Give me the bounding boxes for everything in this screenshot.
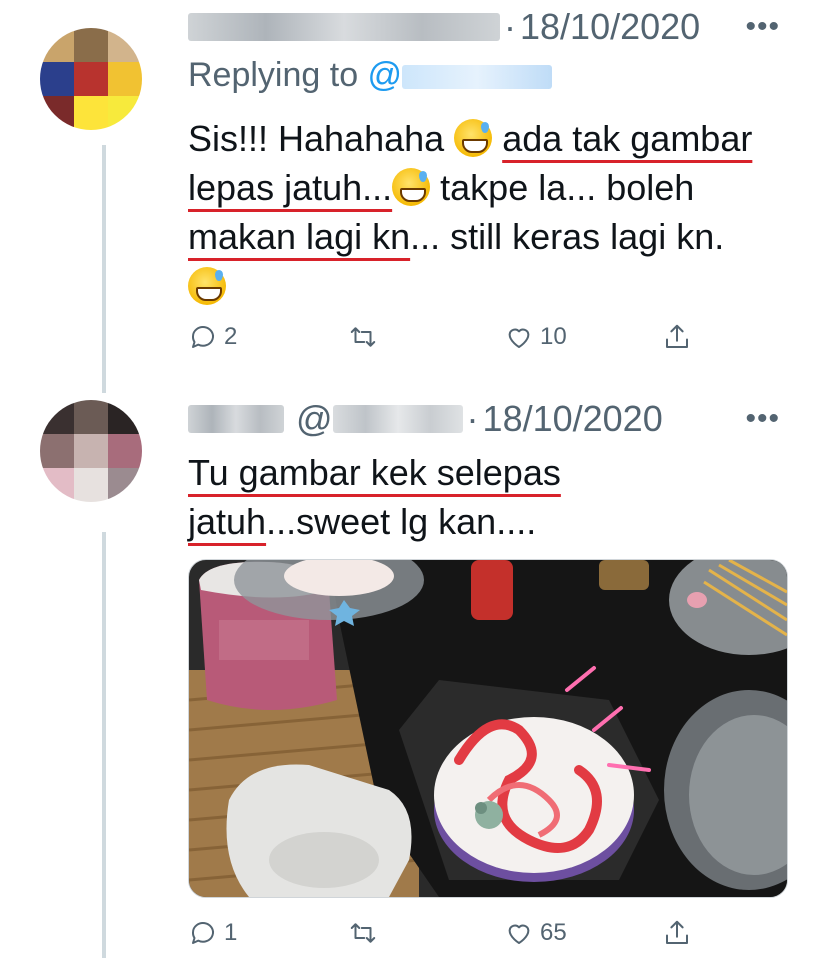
text-part: takpe la... boleh <box>430 167 695 208</box>
replying-to-label: Replying to <box>188 56 368 94</box>
underlined-text: ada tak gambar <box>502 118 753 159</box>
share-icon <box>666 324 688 348</box>
underlined-text: Tu gambar kek selepas <box>188 452 561 493</box>
separator-dot: · <box>466 398 479 439</box>
tweet-photo[interactable] <box>188 559 788 898</box>
replying-to: Replying to @ <box>188 56 553 95</box>
separator-dot: · <box>504 6 516 47</box>
thread-line <box>102 532 106 958</box>
like-button[interactable]: 10 <box>504 322 567 352</box>
handle-prefix[interactable]: @ <box>296 398 333 440</box>
reply-button[interactable]: 2 <box>188 322 237 352</box>
retweet-button[interactable] <box>348 322 384 352</box>
more-options-icon[interactable]: ••• <box>745 10 780 44</box>
reply-icon <box>191 326 214 348</box>
handle[interactable] <box>332 405 463 433</box>
thread-line <box>102 145 106 393</box>
tweet-header: · 18/10/2020 <box>188 6 700 48</box>
avatar[interactable] <box>40 400 142 502</box>
share-icon <box>666 920 688 944</box>
retweet-button[interactable] <box>348 918 384 948</box>
tweet-actions: 2 10 <box>188 322 708 362</box>
reply-button[interactable]: 1 <box>188 918 237 948</box>
retweet-icon <box>350 923 376 943</box>
like-count: 10 <box>540 323 567 350</box>
text-part: ... still keras lagi kn. <box>410 216 725 257</box>
tweet-text: Sis!!! Hahahaha ada tak gambar lepas jat… <box>188 114 788 311</box>
tweet-header: @ · 18/10/2020 <box>188 398 663 440</box>
reply-count: 2 <box>224 323 238 350</box>
grinning-sweat-emoji-icon <box>454 119 493 157</box>
reply-icon <box>191 922 214 944</box>
underlined-text: makan lagi kn <box>188 216 411 257</box>
like-button[interactable]: 65 <box>504 918 567 948</box>
more-options-icon[interactable]: ••• <box>745 402 780 436</box>
tweet-1[interactable]: · 18/10/2020 ••• Replying to @ Sis!!! Ha… <box>0 0 828 393</box>
cake-photo-illustration <box>189 560 787 897</box>
replying-to-handle[interactable]: @ <box>368 56 403 94</box>
grinning-sweat-emoji-icon <box>188 267 226 305</box>
tweet-date[interactable]: 18/10/2020 <box>483 398 663 440</box>
replying-to-handle-blur <box>402 65 553 90</box>
display-name[interactable] <box>188 405 284 433</box>
tweet-date[interactable]: 18/10/2020 <box>520 6 700 48</box>
share-button[interactable] <box>662 322 692 352</box>
text-part: Sis!!! Hahahaha <box>188 118 455 159</box>
display-name[interactable] <box>188 13 500 41</box>
tweet-text: Tu gambar kek selepas jatuh...sweet lg k… <box>188 448 788 546</box>
reply-count: 1 <box>224 919 238 946</box>
retweet-icon <box>350 327 376 347</box>
underlined-text: jatuh <box>188 501 267 542</box>
share-button[interactable] <box>662 918 692 948</box>
underlined-text: lepas jatuh... <box>188 167 393 208</box>
heart-icon <box>508 328 530 348</box>
tweet-actions: 1 65 <box>188 918 708 958</box>
heart-icon <box>508 924 530 944</box>
avatar[interactable] <box>40 28 142 130</box>
grinning-sweat-emoji-icon <box>392 168 431 206</box>
like-count: 65 <box>540 919 567 946</box>
text-part: ...sweet lg kan.... <box>266 501 537 542</box>
